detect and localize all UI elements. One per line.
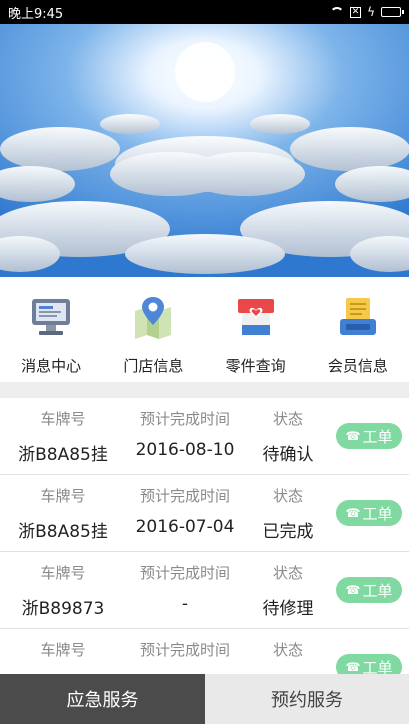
phone-icon: ☎ — [345, 506, 361, 520]
eta-header: 预计完成时间 — [139, 487, 230, 505]
order-row[interactable]: 车牌号 预计完成时间 状态 浙B8A85挂 2016-07-04 已完成 ☎ 工… — [0, 475, 409, 552]
status-header: 状态 — [272, 410, 303, 428]
section-divider — [0, 382, 409, 398]
store-location-icon — [130, 294, 176, 340]
status-value: 待确认 — [262, 445, 314, 465]
menu-label: 消息中心 — [21, 357, 82, 375]
status-icons: ✕ ϟ — [330, 5, 404, 19]
status-bar: 晚上9:45 ✕ ϟ — [0, 0, 409, 24]
eta-value: - — [181, 594, 189, 614]
menu-message-center[interactable]: 消息中心 — [0, 277, 102, 382]
x-box-icon: ✕ — [350, 6, 362, 18]
phone-icon: ☎ — [345, 583, 361, 597]
status-value: 已完成 — [262, 522, 314, 542]
work-order-label: 工单 — [362, 504, 393, 523]
plate-header: 车牌号 — [40, 641, 86, 659]
work-order-label: 工单 — [362, 427, 393, 446]
banner-image[interactable] — [0, 24, 409, 277]
menu-label: 会员信息 — [327, 357, 388, 375]
work-order-button[interactable]: ☎ 工单 — [336, 500, 402, 526]
eta-value: 2016-08-10 — [135, 440, 235, 460]
status-value: 待修理 — [262, 599, 314, 619]
member-info-icon — [335, 294, 381, 340]
plate-value: 浙B89873 — [21, 599, 105, 619]
eta-header: 预计完成时间 — [139, 410, 230, 428]
order-row[interactable]: 车牌号 预计完成时间 状态 浙B89873 - 待修理 ☎ 工单 — [0, 552, 409, 629]
status-header: 状态 — [272, 487, 303, 505]
menu-label: 零件查询 — [225, 357, 286, 375]
status-header: 状态 — [272, 564, 303, 582]
menu-store-info[interactable]: 门店信息 — [102, 277, 204, 382]
plate-value: 浙B8A85挂 — [18, 522, 108, 542]
plate-value: 浙B8A85挂 — [18, 445, 108, 465]
sky-clouds-image — [0, 24, 409, 277]
work-order-button[interactable]: ☎ 工单 — [336, 423, 402, 449]
eta-value: 2016-07-04 — [135, 517, 235, 537]
plate-header: 车牌号 — [40, 564, 86, 582]
plate-header: 车牌号 — [40, 487, 86, 505]
status-header: 状态 — [272, 641, 303, 659]
work-order-button[interactable]: ☎ 工单 — [336, 577, 402, 603]
reservation-service-button[interactable]: 预约服务 — [205, 674, 409, 724]
menu-member-info[interactable]: 会员信息 — [307, 277, 409, 382]
battery-icon — [381, 7, 404, 17]
bottom-bar: 应急服务 预约服务 — [0, 674, 409, 724]
phone-icon: ☎ — [345, 429, 361, 443]
eta-header: 预计完成时间 — [139, 564, 230, 582]
menu-label: 门店信息 — [123, 357, 184, 375]
plate-header: 车牌号 — [40, 410, 86, 428]
order-row[interactable]: 车牌号 预计完成时间 状态 浙B8A85挂 2016-08-10 待确认 ☎ 工… — [0, 398, 409, 475]
charging-icon: ϟ — [367, 5, 375, 19]
parts-search-icon — [233, 294, 279, 340]
menu-parts-search[interactable]: 零件查询 — [205, 277, 307, 382]
message-center-icon — [28, 294, 74, 340]
quick-menu: 消息中心 门店信息 零件查询 会员信息 — [0, 277, 409, 382]
status-time: 晚上9:45 — [8, 6, 64, 22]
wifi-icon — [330, 7, 345, 17]
phone-icon: ☎ — [345, 660, 361, 674]
emergency-service-button[interactable]: 应急服务 — [0, 674, 205, 724]
eta-header: 预计完成时间 — [139, 641, 230, 659]
work-order-label: 工单 — [362, 581, 393, 600]
